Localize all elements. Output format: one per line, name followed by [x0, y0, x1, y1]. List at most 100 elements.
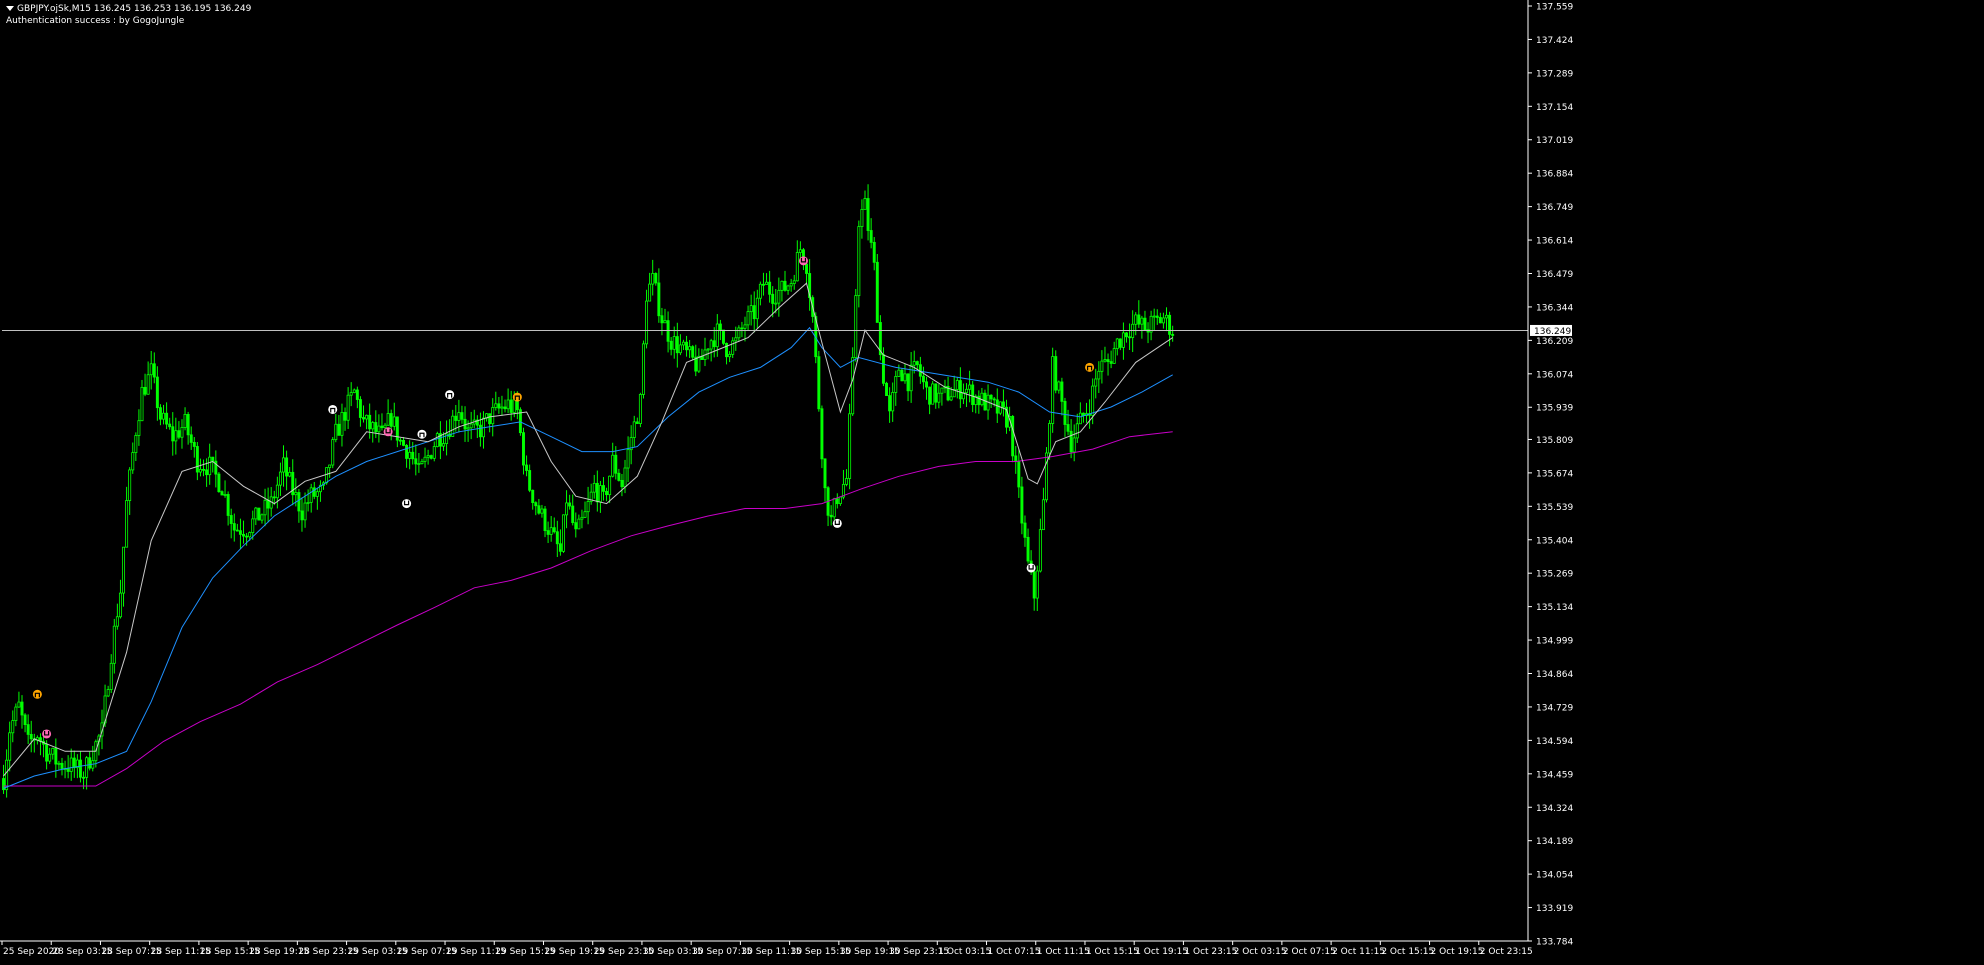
candle-body — [654, 273, 658, 284]
candle-body — [51, 747, 55, 755]
candle-body — [740, 327, 744, 330]
candle-body — [706, 348, 710, 351]
candle-body — [928, 386, 932, 405]
candle-body — [26, 724, 30, 735]
candle-body — [1097, 370, 1101, 380]
candle-body — [915, 361, 919, 366]
candle-body — [857, 226, 861, 297]
candle-body — [1017, 461, 1021, 488]
candle-body — [1149, 315, 1153, 333]
symbol-ohlc-label: GBPJPY.ojSk,M15 136.245 136.253 136.195 … — [17, 4, 252, 14]
candle-body — [232, 523, 236, 531]
candle-body — [562, 514, 565, 552]
candle-body — [968, 384, 972, 390]
candle-body — [900, 369, 904, 382]
candle-body — [1140, 317, 1144, 325]
candle-body — [881, 354, 885, 384]
collapse-triangle-icon[interactable] — [6, 6, 14, 11]
y-tick-label: 133.919 — [1536, 904, 1573, 914]
moving-averages — [3, 282, 1173, 789]
candle-body — [500, 406, 504, 409]
y-tick-label: 137.154 — [1536, 103, 1573, 113]
candle-body — [672, 336, 676, 350]
candle-body — [1023, 522, 1027, 538]
candle-body — [257, 507, 261, 521]
candle-body — [162, 412, 165, 420]
chart-window[interactable]: 137.559 137.424 137.289 137.154 137.019 136.8… — [0, 0, 1984, 961]
candle-body — [346, 394, 350, 421]
candle-body — [697, 355, 701, 372]
y-tick-label: 135.134 — [1536, 603, 1573, 613]
candle-body — [334, 423, 338, 441]
candle-body — [823, 458, 827, 489]
y-tick-label: 135.539 — [1536, 503, 1573, 513]
candle-body — [374, 422, 378, 433]
candle-body — [282, 457, 285, 473]
candle-body — [189, 434, 193, 443]
candle-body — [238, 530, 242, 535]
y-tick-label: 135.674 — [1536, 469, 1573, 479]
candle-body — [457, 412, 461, 421]
candle-body — [460, 412, 464, 420]
x-tick-label: 1 Oct 03:15 — [938, 947, 991, 957]
candle-body — [402, 439, 405, 446]
candle-body — [355, 389, 359, 400]
candle-body — [112, 625, 116, 664]
candle-body — [845, 478, 849, 485]
candle-body — [755, 297, 759, 320]
candle-body — [223, 494, 227, 496]
candle-body — [202, 468, 205, 471]
candle-body — [426, 455, 430, 458]
candle-body — [614, 454, 618, 474]
candle-body — [140, 386, 144, 422]
candle-body — [297, 492, 301, 512]
candle-body — [1054, 356, 1058, 391]
candle-body — [192, 442, 196, 447]
candle-body — [1035, 570, 1039, 599]
candle-body — [183, 413, 187, 428]
candle-body — [8, 732, 12, 761]
candle-body — [971, 384, 975, 406]
candle-body — [909, 364, 913, 392]
y-tick-label: 135.809 — [1536, 436, 1573, 446]
candle-body — [371, 422, 375, 430]
candle-body — [681, 341, 685, 346]
candle-body — [608, 475, 612, 496]
candle-body — [1121, 332, 1125, 348]
candle-body — [229, 515, 233, 524]
candle-body — [552, 527, 556, 533]
candle-body — [442, 443, 445, 447]
candle-body — [1128, 336, 1132, 339]
candle-body — [543, 508, 547, 532]
candle-body — [337, 423, 341, 436]
candle-body — [838, 496, 842, 505]
candle-body — [414, 458, 418, 465]
candle-body — [534, 502, 538, 507]
candle-body — [1075, 423, 1079, 439]
candle-body — [275, 484, 279, 499]
axes: 137.559 137.424 137.289 137.154 137.019 136.8… — [0, 0, 1573, 957]
candle-body — [29, 734, 33, 740]
candle-body — [848, 413, 852, 479]
candle-body — [832, 498, 836, 518]
candle-body — [1168, 314, 1172, 335]
x-tick-label: 2 Oct 23:15 — [1480, 947, 1533, 957]
candle-body — [1155, 315, 1159, 318]
candle-body — [1026, 536, 1030, 562]
signal-arrow-icon — [512, 392, 522, 402]
price-chart[interactable]: 137.559 137.424 137.289 137.154 137.019 136.8… — [0, 0, 1984, 961]
candle-body — [891, 392, 895, 412]
candle-body — [14, 706, 18, 721]
candle-body — [602, 485, 605, 492]
candle-body — [897, 369, 901, 377]
candle-body — [894, 376, 898, 393]
candle-body — [494, 403, 498, 408]
candle-body — [186, 413, 190, 436]
candle-body — [435, 433, 439, 447]
candle-body — [340, 412, 344, 436]
x-tick-label: 1 Oct 07:15 — [988, 947, 1041, 957]
candle-body — [1057, 381, 1061, 391]
signal-arrow-icon — [328, 404, 338, 414]
x-tick-label: 2 Oct 11:15 — [1332, 947, 1385, 957]
candle-body — [577, 518, 581, 530]
